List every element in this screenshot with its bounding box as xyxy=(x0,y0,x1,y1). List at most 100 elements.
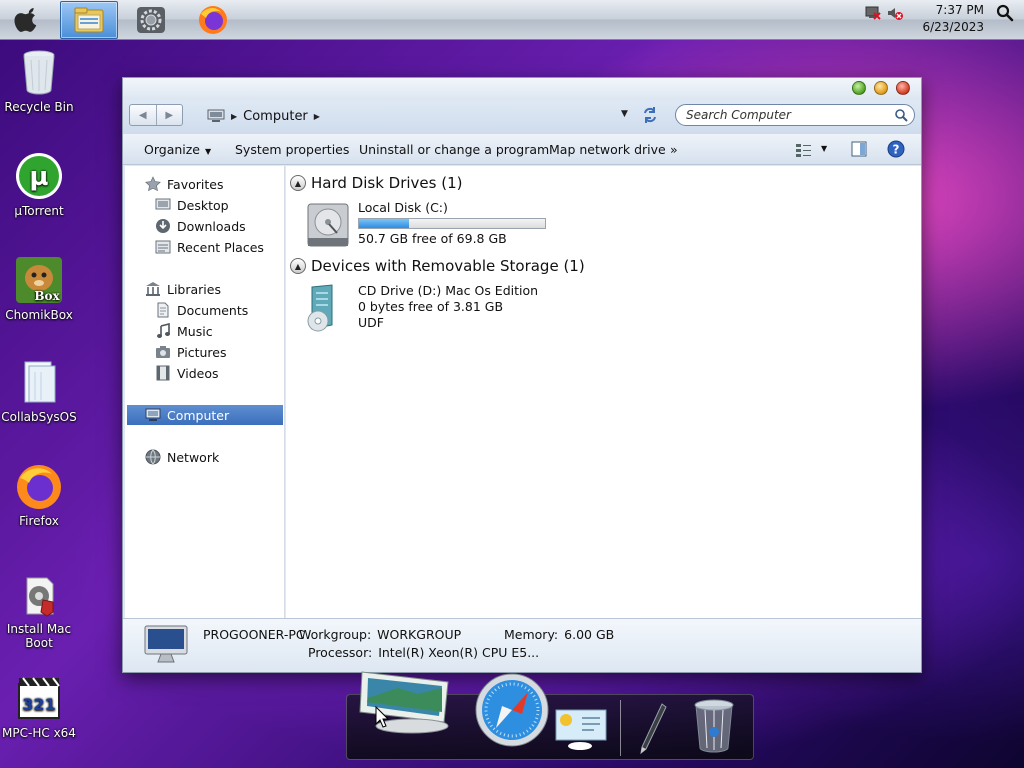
desktop-icon-label: CollabSysOS xyxy=(1,410,77,424)
hard-disk-icon xyxy=(307,203,349,247)
view-options-dropdown-icon[interactable]: ▼ xyxy=(821,144,827,153)
explorer-window: ◀ ▶ ▶ Computer ▶ ▼ Search Computer Organ… xyxy=(122,77,922,673)
safari-compass-icon[interactable] xyxy=(474,672,550,748)
uninstall-program-button[interactable]: Uninstall or change a program xyxy=(359,142,549,157)
star-icon xyxy=(145,176,161,192)
change-view-icon[interactable] xyxy=(795,142,813,158)
computer-icon xyxy=(145,407,161,423)
file-explorer-icon xyxy=(74,7,104,33)
display-icon[interactable] xyxy=(356,668,460,734)
imac-icon xyxy=(144,625,188,663)
download-icon xyxy=(155,218,171,234)
back-button[interactable]: ◀ xyxy=(130,105,156,125)
organize-menu-button[interactable]: Organize ▼ xyxy=(144,142,211,157)
nav-label: Desktop xyxy=(177,197,229,213)
collapse-group-icon[interactable]: ▲ xyxy=(290,258,306,274)
svg-text:Box: Box xyxy=(34,289,60,303)
taskbar-item-file-explorer[interactable] xyxy=(60,1,118,39)
address-row: ◀ ▶ ▶ Computer ▶ ▼ Search Computer xyxy=(123,100,921,134)
nav-label: Music xyxy=(177,323,213,339)
group-header-hard-disk-drives[interactable]: ▲ Hard Disk Drives (1) xyxy=(290,174,462,192)
desktop-icon-label: µTorrent xyxy=(14,204,64,218)
breadcrumb-chevron-icon[interactable]: ▶ xyxy=(314,112,320,121)
nav-pictures[interactable]: Pictures xyxy=(155,342,227,362)
desktop-icon-utorrent[interactable]: µ µTorrent xyxy=(0,152,78,218)
clock-time: 7:37 PM xyxy=(935,3,984,17)
taskbar-item-settings[interactable] xyxy=(122,1,180,39)
drive-cd-drive-d[interactable]: CD Drive (D:) Mac Os Edition 0 bytes fre… xyxy=(304,283,538,333)
preview-pane-icon[interactable] xyxy=(851,141,867,157)
desktop-icon-recycle-bin[interactable]: Recycle Bin xyxy=(0,48,78,114)
mpc-hc-icon: 321 xyxy=(18,677,60,719)
nav-label: Pictures xyxy=(177,344,227,360)
desktop-icon-firefox[interactable]: Firefox xyxy=(0,462,78,528)
network-disconnected-icon[interactable] xyxy=(864,4,882,22)
svg-text:321: 321 xyxy=(22,695,55,714)
nav-videos[interactable]: Videos xyxy=(155,363,219,383)
nav-downloads[interactable]: Downloads xyxy=(155,216,246,236)
music-note-icon xyxy=(155,323,171,339)
desktop-icon-label: MPC-HC x64 xyxy=(2,726,76,740)
drive-usage-fill xyxy=(359,219,410,228)
forward-button[interactable]: ▶ xyxy=(155,105,183,125)
volume-muted-icon[interactable] xyxy=(886,4,904,22)
trash-icon[interactable] xyxy=(690,698,738,754)
computer-name: PROGOONER-PC xyxy=(203,627,305,642)
nav-desktop[interactable]: Desktop xyxy=(155,195,229,215)
taskbar-item-firefox[interactable] xyxy=(184,1,242,39)
window-titlebar[interactable] xyxy=(123,78,921,100)
nav-documents[interactable]: Documents xyxy=(155,300,248,320)
nav-label: Network xyxy=(167,449,220,465)
desktop-icon-label: Install Mac Boot xyxy=(6,622,72,650)
group-title: Devices with Removable Storage (1) xyxy=(311,257,585,275)
pen-icon[interactable] xyxy=(634,702,670,756)
installer-icon xyxy=(26,577,54,617)
desktop-icon-install-mac-boot[interactable]: Install Mac Boot xyxy=(0,570,78,650)
spotlight-search-icon[interactable] xyxy=(996,4,1014,22)
window-maximize-button[interactable] xyxy=(852,81,866,95)
nav-recent-places[interactable]: Recent Places xyxy=(155,237,264,257)
computer-icon xyxy=(207,109,225,122)
weather-widget-icon[interactable] xyxy=(552,706,608,752)
memory-row: Memory: 6.00 GB xyxy=(504,627,614,642)
desktop-icon-mpc-hc[interactable]: 321 MPC-HC x64 xyxy=(0,674,78,740)
system-properties-button[interactable]: System properties xyxy=(235,142,349,157)
desktop-icon-collabsysos[interactable]: CollabSysOS xyxy=(0,358,78,424)
search-icon[interactable] xyxy=(894,108,908,122)
memory-value: 6.00 GB xyxy=(564,627,615,642)
collapse-group-icon[interactable]: ▲ xyxy=(290,175,306,191)
help-icon[interactable]: ? xyxy=(887,140,905,158)
desktop-icon-chomikbox[interactable]: Box ChomikBox xyxy=(0,256,78,322)
nav-computer[interactable]: Computer xyxy=(127,405,283,425)
svg-text:?: ? xyxy=(893,143,900,157)
drive-local-disk-c[interactable]: Local Disk (C:) 50.7 GB free of 69.8 GB xyxy=(304,200,546,250)
firefox-icon xyxy=(199,6,227,34)
nav-libraries[interactable]: Libraries xyxy=(145,279,221,299)
search-input[interactable]: Search Computer xyxy=(675,104,915,126)
group-header-removable-storage[interactable]: ▲ Devices with Removable Storage (1) xyxy=(290,257,585,275)
map-network-drive-button[interactable]: Map network drive xyxy=(549,142,666,157)
breadcrumb-chevron-icon[interactable]: ▶ xyxy=(231,112,237,121)
nav-favorites[interactable]: Favorites xyxy=(145,174,223,194)
window-minimize-button[interactable] xyxy=(874,81,888,95)
address-dropdown-icon[interactable]: ▼ xyxy=(621,109,628,119)
breadcrumb-computer[interactable]: Computer xyxy=(243,109,308,124)
clock[interactable]: 7:37 PM 6/23/2023 xyxy=(922,2,984,36)
nav-music[interactable]: Music xyxy=(155,321,213,341)
more-commands-button[interactable]: » xyxy=(670,142,678,157)
processor-label: Processor: xyxy=(308,645,373,660)
apple-logo-icon[interactable] xyxy=(14,6,42,34)
refresh-icon[interactable] xyxy=(641,106,659,124)
breadcrumb[interactable]: ▶ Computer ▶ xyxy=(207,108,320,124)
recycle-bin-icon xyxy=(23,50,55,95)
drive-usage-bar xyxy=(358,218,546,229)
organize-label: Organize xyxy=(144,142,200,157)
svg-text:µ: µ xyxy=(29,162,48,192)
utorrent-icon: µ xyxy=(16,153,62,199)
search-placeholder: Search Computer xyxy=(686,108,791,122)
recent-places-icon xyxy=(155,239,171,255)
nav-network[interactable]: Network xyxy=(145,447,219,467)
top-menu-bar: 7:37 PM 6/23/2023 xyxy=(0,0,1024,40)
command-bar: Organize ▼ System properties Uninstall or… xyxy=(123,134,921,165)
window-close-button[interactable] xyxy=(896,81,910,95)
